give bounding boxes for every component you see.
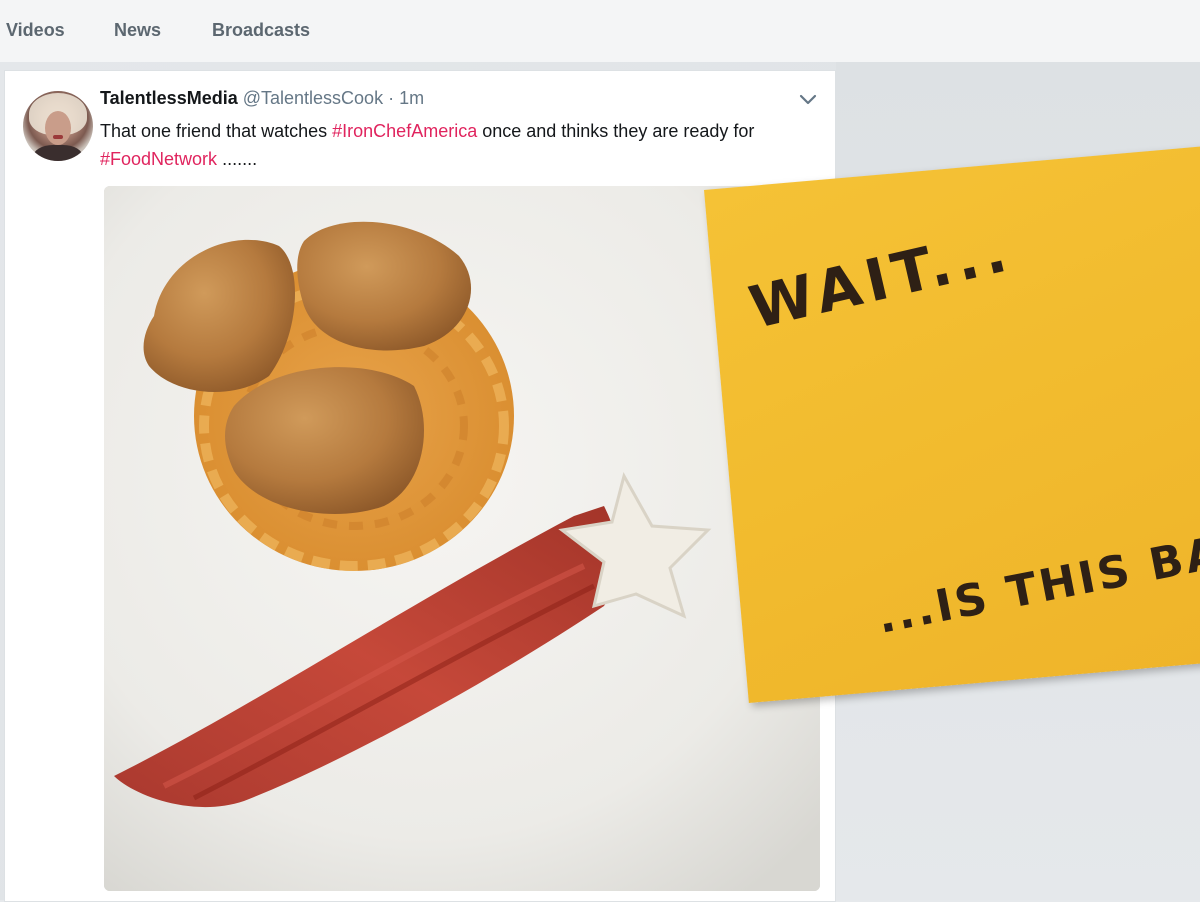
- tab-videos[interactable]: Videos: [6, 20, 65, 41]
- tweet-text: That one friend that watches #IronChefAm…: [100, 117, 820, 173]
- sticky-note: WAIT... ...IS THIS BAD?: [704, 146, 1200, 704]
- tweet-header: TalentlessMedia @TalentlessCook · 1m: [100, 88, 424, 109]
- tweet-timestamp[interactable]: 1m: [399, 88, 424, 108]
- hashtag-ironchefamerica[interactable]: #IronChefAmerica: [332, 121, 477, 141]
- display-name[interactable]: TalentlessMedia: [100, 88, 238, 108]
- user-avatar[interactable]: [23, 91, 93, 161]
- hashtag-foodnetwork[interactable]: #FoodNetwork: [100, 149, 217, 169]
- tweet-text-part3: .......: [217, 149, 258, 169]
- top-navigation-bar: Videos News Broadcasts: [0, 0, 1200, 63]
- tab-broadcasts[interactable]: Broadcasts: [212, 20, 310, 41]
- tweet-text-part1: That one friend that watches: [100, 121, 333, 141]
- chevron-down-icon[interactable]: [798, 92, 818, 108]
- header-separator: ·: [388, 88, 395, 108]
- tab-news[interactable]: News: [114, 20, 161, 41]
- tweet-text-part2: once and thinks they are ready for: [477, 121, 755, 141]
- sticky-note-line2: ...IS THIS BAD?: [873, 513, 1200, 644]
- user-handle[interactable]: @TalentlessCook: [243, 88, 383, 108]
- sticky-note-line1: WAIT...: [743, 215, 1019, 343]
